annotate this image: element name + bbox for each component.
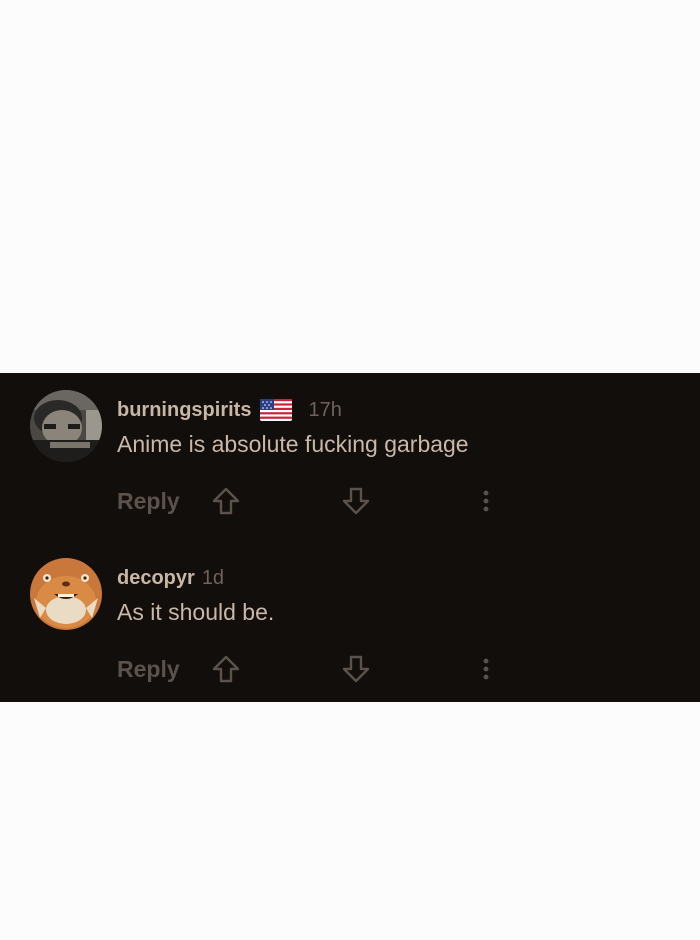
downvote-arrow-icon[interactable] bbox=[341, 654, 371, 684]
upvote-arrow-icon[interactable] bbox=[211, 654, 241, 684]
comment-meta: decopyr 1d bbox=[117, 563, 224, 593]
upvote-arrow-icon[interactable] bbox=[211, 486, 241, 516]
comment-item: burningspirits 17h Anime is absolute fuc… bbox=[0, 390, 700, 550]
username[interactable]: burningspirits bbox=[117, 399, 251, 422]
avatar[interactable] bbox=[30, 558, 102, 630]
bottom-whitespace bbox=[0, 702, 700, 940]
comment-item: decopyr 1d As it should be. Reply bbox=[0, 558, 700, 718]
comments-panel: burningspirits 17h Anime is absolute fuc… bbox=[0, 373, 700, 702]
timestamp: 17h bbox=[308, 398, 342, 421]
avatar[interactable] bbox=[30, 390, 102, 462]
more-vertical-icon[interactable] bbox=[474, 486, 498, 516]
reply-button[interactable]: Reply bbox=[117, 488, 180, 515]
comment-actions: Reply bbox=[117, 482, 517, 522]
top-whitespace bbox=[0, 0, 700, 373]
avatar-image bbox=[30, 390, 102, 462]
screenshot-canvas: burningspirits 17h Anime is absolute fuc… bbox=[0, 0, 700, 940]
timestamp: 1d bbox=[201, 566, 225, 589]
more-vertical-icon[interactable] bbox=[474, 654, 498, 684]
username[interactable]: decopyr bbox=[117, 567, 195, 590]
us-flag-icon bbox=[260, 399, 293, 421]
comment-meta: burningspirits 17h bbox=[117, 395, 342, 425]
comment-text: Anime is absolute fucking garbage bbox=[117, 431, 469, 457]
avatar-image bbox=[30, 558, 102, 630]
reply-button[interactable]: Reply bbox=[117, 656, 180, 683]
comment-text: As it should be. bbox=[117, 599, 275, 625]
comment-actions: Reply bbox=[117, 650, 517, 690]
downvote-arrow-icon[interactable] bbox=[341, 486, 371, 516]
